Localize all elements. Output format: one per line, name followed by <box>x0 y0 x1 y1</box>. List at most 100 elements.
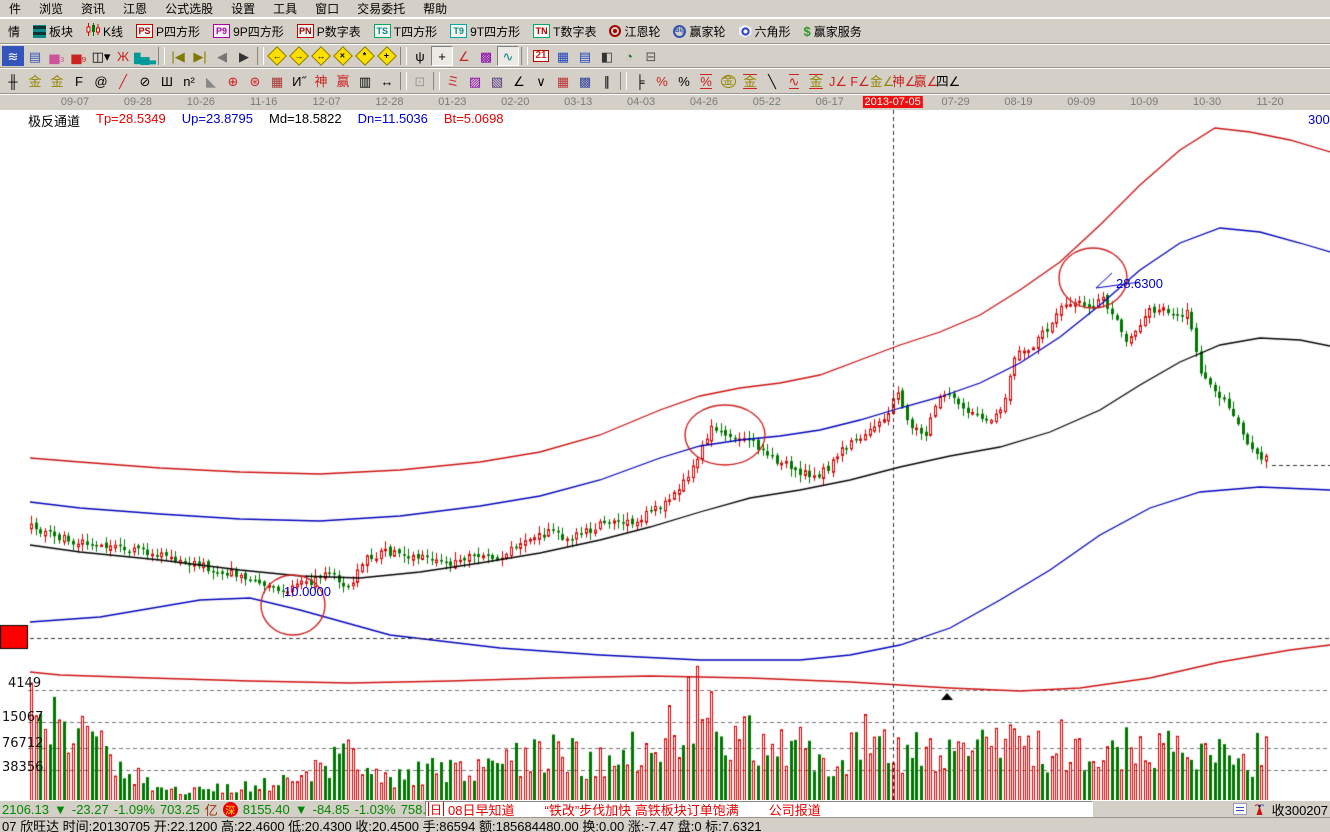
next-page-icon[interactable]: ▶ <box>233 46 255 66</box>
box-grid-icon[interactable]: ▦ <box>266 71 288 91</box>
percent-line-icon[interactable]: % <box>695 71 717 91</box>
info-panel-icon[interactable]: ▤ <box>24 46 46 66</box>
gold-red-icon[interactable]: 金 <box>805 71 827 91</box>
sectors-button[interactable]: 板块 <box>27 21 79 41</box>
box-select-icon[interactable]: ⊡ <box>409 71 431 91</box>
menu-item-交易委托[interactable]: 交易委托 <box>348 0 414 18</box>
grid-arrow-icon[interactable]: ▩ <box>574 71 596 91</box>
crosshair-tool-icon[interactable]: + <box>431 46 453 66</box>
histogram-icon[interactable]: ▆▄▂ <box>134 46 156 66</box>
menu-item-公式选股[interactable]: 公式选股 <box>156 0 222 18</box>
menu-item-窗口[interactable]: 窗口 <box>306 0 348 18</box>
menu-item-江恩[interactable]: 江恩 <box>114 0 156 18</box>
wave-tool-icon[interactable]: ∿ <box>497 46 519 66</box>
comb-icon[interactable]: Ш <box>156 71 178 91</box>
parallel-lines-icon[interactable]: ∥ <box>596 71 618 91</box>
menu-item-设置[interactable]: 设置 <box>222 0 264 18</box>
pen-black-icon[interactable]: ╲ <box>761 71 783 91</box>
percent-fan-icon[interactable]: % <box>651 71 673 91</box>
j-angle-icon[interactable]: J∠ <box>827 71 849 91</box>
gann-grid-tool-icon[interactable]: ▩ <box>475 46 497 66</box>
calculator-icon[interactable]: ▦ <box>552 46 574 66</box>
diamond-cross-icon[interactable]: + <box>376 46 398 66</box>
angle-tool-icon[interactable]: ∠ <box>453 46 475 66</box>
fan-lines-icon[interactable]: ミ <box>442 71 464 91</box>
prev-page-icon[interactable]: ◀ <box>211 46 233 66</box>
f-ruler-icon[interactable]: F <box>68 71 90 91</box>
ying-grid-icon[interactable]: 赢 <box>332 71 354 91</box>
ying-angle-icon[interactable]: 赢∠ <box>915 71 937 91</box>
splitter-icon[interactable] <box>1233 803 1247 815</box>
t-table-button[interactable]: TNT数字表 <box>527 21 602 41</box>
n-square-icon[interactable]: n² <box>178 71 200 91</box>
target-icon[interactable]: ⊕ <box>222 71 244 91</box>
diamond-collapse-icon[interactable]: × <box>332 46 354 66</box>
gold-gate2-icon[interactable]: 金 <box>46 71 68 91</box>
gold-circle-icon[interactable]: 金 <box>717 71 739 91</box>
diamond-expand-icon[interactable]: ↔ <box>310 46 332 66</box>
printer-icon[interactable]: ⊟ <box>640 46 662 66</box>
market-grid-icon[interactable]: ≋ <box>2 46 24 66</box>
ruler-grid-icon[interactable]: ▥ <box>354 71 376 91</box>
winner-wheel-button[interactable]: Big赢家轮 <box>667 21 731 41</box>
grid-red-icon[interactable]: ▦ <box>552 71 574 91</box>
hexagon-button[interactable]: 六角形 <box>733 21 797 41</box>
menu-item-件[interactable]: 件 <box>0 0 30 18</box>
fan-shade-icon[interactable]: ▧ <box>486 71 508 91</box>
winner-service-button[interactable]: $赢家服务 <box>798 21 868 41</box>
percent-icon[interactable]: % <box>673 71 695 91</box>
9t-square-button[interactable]: T99T四方形 <box>444 21 526 41</box>
menu-item-工具[interactable]: 工具 <box>264 0 306 18</box>
ruler-tool-icon[interactable]: ╫ <box>2 71 24 91</box>
f-angle-icon[interactable]: F∠ <box>849 71 871 91</box>
angle-rays-icon[interactable]: ∠ <box>508 71 530 91</box>
gann-wheel-button-label: 江恩轮 <box>624 23 660 40</box>
last-page-icon[interactable]: ▶| <box>189 46 211 66</box>
gold-gate-icon[interactable]: 金 <box>24 71 46 91</box>
news-item[interactable]: “铁改”步伐加快 高铁板块订单饱满 <box>544 801 738 817</box>
spiral-icon[interactable]: @ <box>90 71 112 91</box>
gold-line-icon[interactable]: 金 <box>739 71 761 91</box>
menu-item-浏览[interactable]: 浏览 <box>30 0 72 18</box>
hand-tool-icon[interactable]: ψ <box>409 46 431 66</box>
diamond-star-icon[interactable]: * <box>354 46 376 66</box>
calendar-icon[interactable]: 21 <box>530 46 552 66</box>
shen-angle-icon[interactable]: 神∠ <box>893 71 915 91</box>
first-page-icon[interactable]: |◀ <box>167 46 189 66</box>
t-square-button[interactable]: TST四方形 <box>368 21 443 41</box>
v-wave-icon[interactable]: ∨ <box>530 71 552 91</box>
kline-button[interactable]: K线 <box>80 21 129 41</box>
diamond-right-icon[interactable]: → <box>288 46 310 66</box>
gann-wheel-button[interactable]: 江恩轮 <box>603 21 666 41</box>
span-arrow-icon[interactable]: ↔ <box>376 71 398 91</box>
world-clock-icon[interactable]: ◔ <box>618 46 640 66</box>
menu-item-资讯[interactable]: 资讯 <box>72 0 114 18</box>
k-pattern-icon[interactable]: Ж <box>112 46 134 66</box>
bars-3-icon[interactable]: ▅₃ <box>46 46 68 66</box>
h-mark-icon[interactable]: И˝ <box>288 71 310 91</box>
pen-red-icon[interactable]: ╱ <box>112 71 134 91</box>
wave-red-icon[interactable]: ∿ <box>783 71 805 91</box>
scale-tool-icon[interactable]: ╞ <box>629 71 651 91</box>
shen-grid-icon[interactable]: 神 <box>310 71 332 91</box>
fan-box-icon[interactable]: ▨ <box>464 71 486 91</box>
quote-button[interactable]: 情 <box>2 21 26 41</box>
save-icon[interactable]: ◧ <box>596 46 618 66</box>
candlestick-chart[interactable] <box>0 110 1330 800</box>
diamond-left-icon[interactable]: ← <box>266 46 288 66</box>
p-table-button[interactable]: PNP数字表 <box>291 21 367 41</box>
notes-icon[interactable]: ▤ <box>574 46 596 66</box>
bars-9-icon[interactable]: ▅₉ <box>68 46 90 66</box>
news-item[interactable]: 08日早知道 <box>448 801 514 817</box>
si-angle-icon[interactable]: 四∠ <box>937 71 959 91</box>
setsquare-icon[interactable]: ◣ <box>200 71 222 91</box>
9p-square-button[interactable]: P99P四方形 <box>207 21 290 41</box>
gold-angle-icon[interactable]: 金∠ <box>871 71 893 91</box>
star-grid-icon[interactable]: ⊛ <box>244 71 266 91</box>
menu-item-帮助[interactable]: 帮助 <box>414 0 456 18</box>
kline-button-label: K线 <box>103 23 123 40</box>
circle-ruler-icon[interactable]: ⊘ <box>134 71 156 91</box>
news-item[interactable]: 公司报道 <box>769 801 821 817</box>
candle-type-icon[interactable]: ◫▾ <box>90 46 112 66</box>
p-square-button[interactable]: PSP四方形 <box>130 21 206 41</box>
